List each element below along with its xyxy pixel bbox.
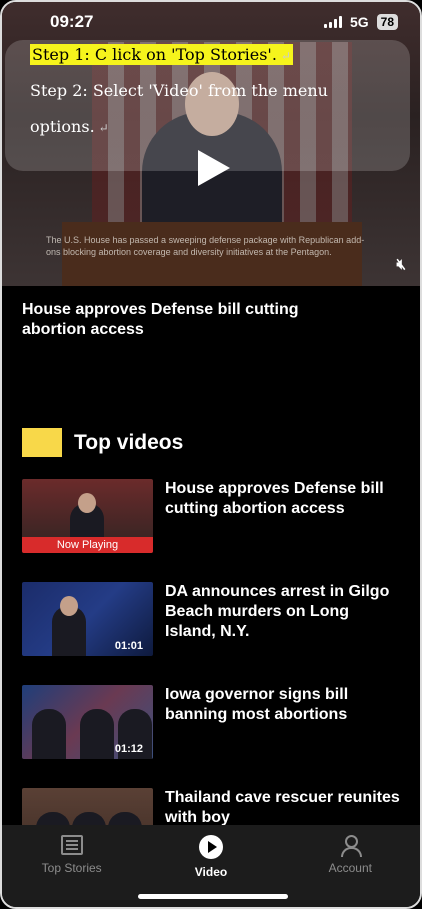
instruction-step-2-continued-text: options. xyxy=(30,117,95,136)
status-time: 09:27 xyxy=(50,12,94,31)
nav-account[interactable]: Account xyxy=(290,835,410,875)
video-caption: The U.S. House has passed a sweeping def… xyxy=(46,235,365,257)
nav-label: Account xyxy=(328,861,372,875)
signal-icon xyxy=(323,16,342,28)
return-mark: ↵ xyxy=(280,49,291,63)
nav-label: Top Stories xyxy=(41,861,102,875)
video-duration: 01:01 xyxy=(114,640,143,652)
list-item[interactable]: Now Playing House approves Defense bill … xyxy=(22,479,402,553)
video-title[interactable]: House approves Defense bill cutting abor… xyxy=(165,479,402,553)
account-icon xyxy=(339,835,363,857)
nav-video[interactable]: Video xyxy=(151,835,271,879)
nav-top-stories[interactable]: Top Stories xyxy=(12,835,132,875)
thumbnail-figure xyxy=(32,709,66,759)
instruction-step-2-continued: options. ↵ xyxy=(30,117,109,136)
video-title[interactable]: DA announces arrest in Gilgo Beach murde… xyxy=(165,582,402,656)
app-frame: The U.S. House has passed a sweeping def… xyxy=(0,0,422,909)
nav-label: Video xyxy=(194,865,228,879)
instruction-step-2: Step 2: Select 'Video' from the menu xyxy=(30,81,328,100)
instruction-step-1-text: Step 1: C lick on 'Top Stories'. xyxy=(32,45,277,64)
video-thumbnail[interactable]: Now Playing xyxy=(22,479,153,553)
now-playing-badge: Now Playing xyxy=(22,537,153,553)
mute-icon[interactable]: 🔇︎ xyxy=(397,256,406,273)
status-bar: 09:27 5G 78 xyxy=(2,2,420,42)
home-indicator[interactable] xyxy=(138,894,288,899)
thumbnail-figure xyxy=(80,709,114,759)
video-title[interactable]: Iowa governor signs bill banning most ab… xyxy=(165,685,402,759)
list-item[interactable]: 01:12 Iowa governor signs bill banning m… xyxy=(22,685,402,759)
video-thumbnail[interactable]: 01:12 xyxy=(22,685,153,759)
section-header: Top videos xyxy=(22,428,183,457)
play-circle-icon xyxy=(198,835,223,859)
list-item[interactable]: 01:01 DA announces arrest in Gilgo Beach… xyxy=(22,582,402,656)
video-duration: 01:12 xyxy=(114,743,143,755)
thumbnail-figure-head xyxy=(78,493,96,513)
section-accent-block xyxy=(22,428,62,457)
newspaper-icon xyxy=(60,835,83,855)
network-type: 5G xyxy=(349,14,369,30)
video-thumbnail[interactable]: 01:01 xyxy=(22,582,153,656)
thumbnail-figure-head xyxy=(60,596,78,616)
return-mark: ↵ xyxy=(98,121,109,135)
instruction-step-1: Step 1: C lick on 'Top Stories'. ↵ xyxy=(30,44,293,65)
video-headline[interactable]: House approves Defense bill cutting abor… xyxy=(22,300,322,340)
battery-indicator: 78 xyxy=(376,14,398,30)
section-title: Top videos xyxy=(74,430,184,454)
